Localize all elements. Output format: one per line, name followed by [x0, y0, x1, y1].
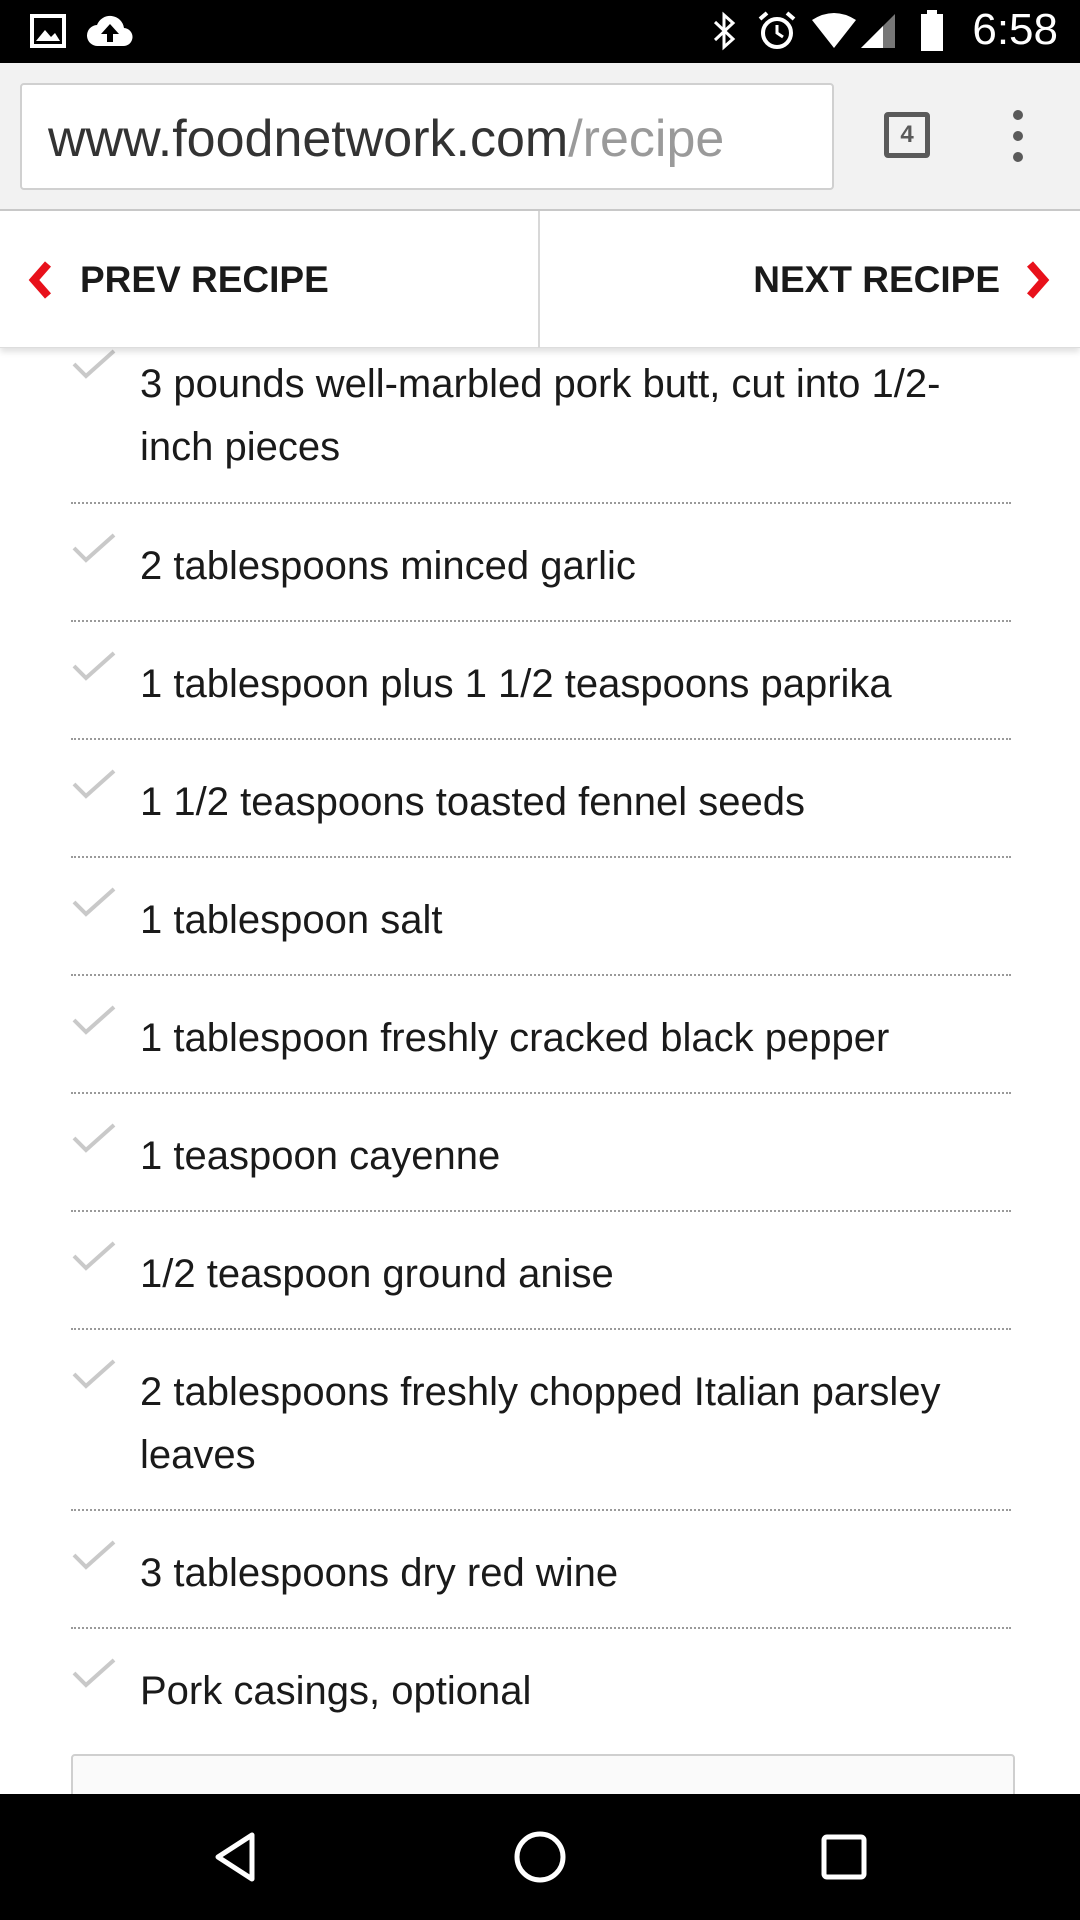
address-bar[interactable]: www.foodnetwork.com/recipe — [20, 83, 834, 190]
ingredient-item[interactable]: 1 teaspoon cayenne — [71, 1094, 1011, 1212]
ingredient-item[interactable]: 1/2 teaspoon ground anise — [71, 1212, 1011, 1330]
chevron-right-icon — [1026, 260, 1050, 299]
ingredient-text: 1 tablespoon salt — [140, 898, 443, 942]
recipe-nav: PREV RECIPE NEXT RECIPE — [0, 211, 1080, 348]
ingredient-item[interactable]: 2 tablespoons minced garlic — [71, 504, 1011, 622]
ingredient-text: 1 1/2 teaspoons toasted fennel seeds — [140, 780, 805, 824]
browser-toolbar: www.foodnetwork.com/recipe 4 — [0, 63, 1080, 211]
ingredient-text: 1 teaspoon cayenne — [140, 1134, 501, 1178]
check-icon[interactable] — [71, 1539, 117, 1573]
ingredient-item[interactable]: 3 pounds well-marbled pork butt, cut int… — [71, 348, 1011, 504]
system-nav-bar — [0, 1794, 1080, 1920]
check-icon[interactable] — [71, 532, 117, 566]
check-icon[interactable] — [71, 348, 117, 382]
clock: 6:58 — [972, 5, 1058, 54]
recents-icon[interactable] — [814, 1827, 874, 1887]
tab-count: 4 — [900, 121, 914, 148]
wifi-icon — [810, 11, 858, 51]
bluetooth-icon — [710, 11, 740, 51]
url-text: www.foodnetwork.com/recipe — [48, 109, 724, 169]
ingredient-item[interactable]: 1 tablespoon plus 1 1/2 teaspoons paprik… — [71, 622, 1011, 740]
ingredient-text: 1/2 teaspoon ground anise — [140, 1252, 614, 1296]
check-icon[interactable] — [71, 1240, 117, 1274]
check-icon[interactable] — [71, 1657, 117, 1691]
ingredient-text: 2 tablespoons minced garlic — [140, 544, 636, 588]
check-icon[interactable] — [71, 1004, 117, 1038]
check-icon[interactable] — [71, 650, 117, 684]
url-path: /recipe — [568, 110, 725, 168]
prev-recipe-label: PREV RECIPE — [80, 258, 329, 300]
prev-recipe-link[interactable]: PREV RECIPE — [0, 211, 539, 348]
ingredient-list: 3 pounds well-marbled pork butt, cut int… — [0, 348, 1080, 1747]
ingredient-text: 3 pounds well-marbled pork butt, cut int… — [140, 362, 941, 469]
overflow-menu-icon[interactable] — [1008, 110, 1028, 162]
ingredient-item[interactable]: Pork casings, optional — [71, 1629, 1011, 1747]
cell-signal-icon — [858, 11, 898, 51]
url-host: www.foodnetwork.com — [48, 110, 569, 168]
check-icon[interactable] — [71, 1122, 117, 1156]
ingredient-item[interactable]: 1 1/2 teaspoons toasted fennel seeds — [71, 740, 1011, 858]
ingredient-text: 2 tablespoons freshly chopped Italian pa… — [140, 1370, 941, 1477]
tab-switcher-button[interactable]: 4 — [884, 112, 930, 158]
status-bar: 6:58 — [0, 0, 1080, 63]
ingredient-text: 1 tablespoon plus 1 1/2 teaspoons paprik… — [140, 662, 892, 706]
web-page: PREV RECIPE NEXT RECIPE 3 pounds well-ma… — [0, 211, 1080, 1794]
check-icon[interactable] — [71, 768, 117, 802]
ingredient-text: 3 tablespoons dry red wine — [140, 1551, 619, 1595]
ingredient-item[interactable]: 1 tablespoon freshly cracked black peppe… — [71, 976, 1011, 1094]
next-recipe-link[interactable]: NEXT RECIPE — [540, 211, 1080, 348]
check-icon[interactable] — [71, 1358, 117, 1392]
check-icon[interactable] — [71, 886, 117, 920]
next-recipe-label: NEXT RECIPE — [753, 258, 1000, 300]
ingredient-item[interactable]: 3 tablespoons dry red wine — [71, 1511, 1011, 1629]
cloud-upload-icon — [86, 11, 134, 51]
ingredient-text: 1 tablespoon freshly cracked black peppe… — [140, 1016, 890, 1060]
ingredient-item[interactable]: 2 tablespoons freshly chopped Italian pa… — [71, 1330, 1011, 1511]
image-icon — [28, 11, 68, 51]
home-icon[interactable] — [510, 1827, 570, 1887]
content-box — [71, 1754, 1015, 1794]
back-icon[interactable] — [206, 1827, 266, 1887]
ingredient-text: Pork casings, optional — [140, 1669, 532, 1713]
chevron-left-icon — [28, 260, 52, 299]
battery-icon — [918, 10, 946, 51]
ingredient-item[interactable]: 1 tablespoon salt — [71, 858, 1011, 976]
alarm-icon — [756, 11, 798, 51]
